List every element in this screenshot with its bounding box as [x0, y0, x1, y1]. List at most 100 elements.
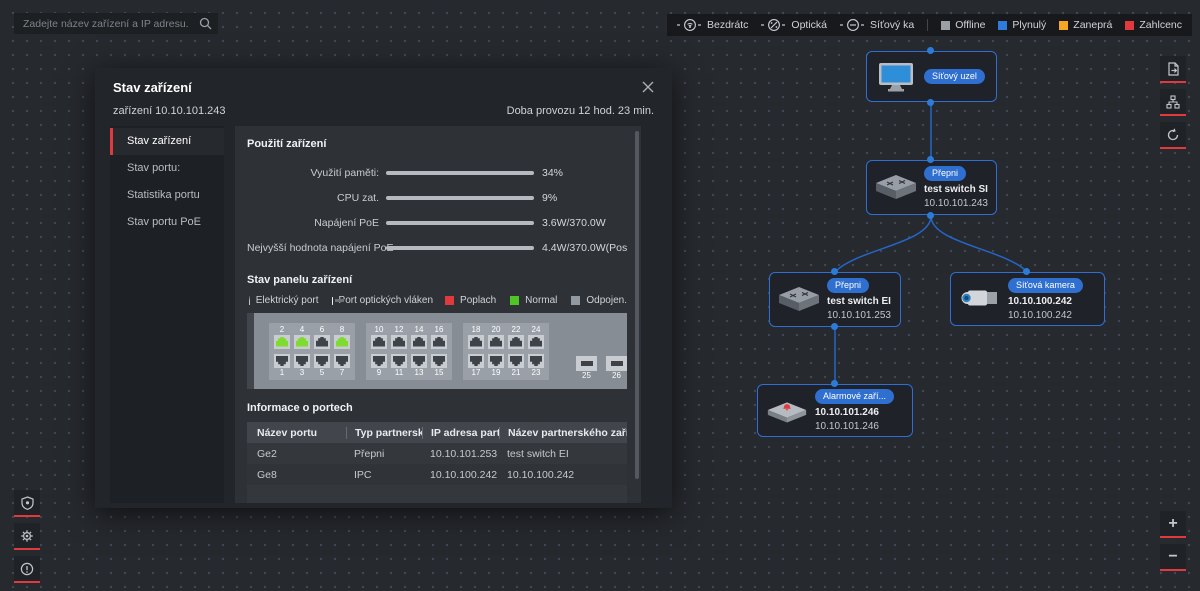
port-6: 6 — [314, 325, 330, 349]
link-dot — [927, 212, 934, 219]
topology-icon — [1166, 94, 1180, 109]
node-alarm-device[interactable]: Alarmové zaří... 10.10.101.246 10.10.101… — [757, 384, 913, 437]
left-toolbar — [14, 490, 40, 583]
port-9: 9 — [371, 353, 387, 378]
node-name: 10.10.100.242 — [1008, 295, 1072, 307]
poe-power-label: Napájení PoE — [314, 216, 379, 229]
legend-status-busy: Zaneprá — [1059, 19, 1112, 31]
port-26: 26 — [606, 356, 627, 381]
close-button[interactable] — [640, 79, 656, 95]
dialog-sidebar: Stav zařízení Stav portu: Statistika por… — [110, 126, 224, 503]
network-link-icon — [840, 18, 867, 32]
panel-section-title: Stav panelu zařízení — [247, 274, 353, 286]
node-network-root[interactable]: Síťový uzel — [866, 51, 997, 102]
sidebar-item-device-status[interactable]: Stav zařízení — [110, 128, 224, 155]
close-icon — [642, 81, 654, 93]
poe-peak-row: Nejvyšší hodnota napájení PoE 4.4W/370.0… — [247, 235, 627, 260]
poe-power-value: 3.6W/370.0W — [542, 216, 606, 229]
port-11: 11 — [391, 353, 407, 378]
node-camera[interactable]: Síťová kamera 10.10.100.242 10.10.100.24… — [950, 272, 1105, 326]
switch-icon — [776, 285, 822, 315]
refresh-button[interactable] — [1160, 122, 1186, 149]
disconnected-status-label: Odpojen. — [586, 295, 627, 306]
switch-icon — [873, 173, 919, 203]
device-search — [14, 13, 218, 34]
fiber-port-icon — [331, 296, 344, 305]
content-scrollbar[interactable] — [635, 131, 639, 479]
port-group: 2468 1357 — [269, 322, 355, 380]
link-dot — [831, 323, 838, 330]
table-row: Ge2 Přepni 10.10.101.253 test switch EI — [247, 443, 627, 464]
dialog-title: Stav zařízení — [113, 79, 192, 95]
port-14: 14 — [411, 325, 427, 349]
memory-usage-label: Využití paměti: — [310, 166, 379, 179]
legend-optical-label: Optická — [791, 19, 828, 31]
usage-section: Využití paměti: 34% CPU zat. 9% Napájení… — [247, 160, 627, 260]
cpu-usage-row: CPU zat. 9% — [247, 185, 627, 210]
port-info-title: Informace o portech — [247, 402, 353, 414]
right-toolbar — [1160, 56, 1186, 149]
gear-icon — [20, 529, 34, 543]
port-17: 17 — [468, 353, 484, 378]
poe-peak-label: Nejvyšší hodnota napájení PoE — [247, 241, 394, 254]
busy-status-swatch — [1059, 20, 1069, 30]
legend-status-fluent: Plynulý — [998, 19, 1046, 31]
port-2: 2 — [274, 325, 290, 349]
fiber-port-label: Port optických vláken — [338, 295, 434, 306]
port-12: 12 — [391, 325, 407, 349]
legend-wireless-label: Bezdrátc — [706, 19, 749, 31]
legend-network-label: Síťový ka — [870, 19, 915, 31]
info-button[interactable] — [14, 556, 40, 583]
topology-view-button[interactable] — [1160, 89, 1186, 116]
port-group: 18 20 22 24 17 19 21 23 — [463, 322, 549, 380]
device-port-panel: 2 4 6 8 1 3 5 7 10 12 14 16 9 11 13 15 18 20 22 24 17 19 21 23 … — [247, 313, 627, 389]
security-button[interactable] — [14, 490, 40, 517]
sfp-ports: 25 26 — [576, 356, 627, 381]
monitor-icon — [873, 61, 919, 93]
node-switch-main[interactable]: Přepni test switch SI 10.10.101.243 — [866, 160, 997, 215]
port-info-table: Název portu Typ partnerskéh... IP adresa… — [247, 422, 627, 503]
info-icon — [20, 562, 34, 576]
fluent-status-label: Plynulý — [1012, 19, 1047, 31]
col-partner-type: Typ partnerskéh... — [346, 426, 422, 439]
legend-status-congested: Zahlcenc — [1125, 19, 1182, 31]
port-20: 20 — [488, 325, 504, 349]
search-input[interactable] — [23, 17, 199, 30]
cpu-usage-label: CPU zat. — [336, 191, 379, 204]
normal-status-label: Normal — [525, 295, 558, 306]
port-19: 19 — [488, 353, 504, 378]
disconnected-status-swatch — [571, 296, 581, 305]
link-dot — [927, 47, 934, 54]
cpu-usage-value: 9% — [542, 191, 558, 204]
sidebar-item-poe-port-status[interactable]: Stav portu PoE — [110, 209, 224, 236]
legend-network-link: Síťový ka — [840, 18, 914, 32]
congested-status-label: Zahlcenc — [1139, 19, 1182, 31]
port-1: 1 — [274, 353, 290, 378]
wireless-link-icon — [676, 18, 703, 32]
col-partner-name: Název partnerského zařízení — [499, 426, 627, 439]
settings-button[interactable] — [14, 523, 40, 550]
zoom-out-button[interactable]: − — [1160, 544, 1186, 571]
search-icon[interactable] — [199, 17, 212, 30]
table-empty-row — [247, 485, 627, 503]
link-dot — [831, 268, 838, 275]
zoom-controls: + − — [1160, 511, 1186, 571]
uptime-label: Doba provozu 12 hod. 23 min. — [506, 105, 654, 117]
port-5: 5 — [314, 353, 330, 378]
congested-status-swatch — [1125, 20, 1135, 30]
device-status-dialog: Stav zařízení zařízení 10.10.101.243 Dob… — [95, 68, 672, 508]
poe-peak-bar — [386, 245, 534, 250]
memory-usage-bar — [386, 170, 534, 175]
link-dot — [927, 156, 934, 163]
port-16: 16 — [431, 325, 447, 349]
node-name: test switch SI — [924, 184, 988, 195]
export-report-button[interactable] — [1160, 56, 1186, 83]
node-switch-child[interactable]: Přepni test switch EI 10.10.101.253 — [769, 272, 901, 327]
zoom-in-button[interactable]: + — [1160, 511, 1186, 538]
node-ip: 10.10.101.253 — [827, 310, 891, 321]
sidebar-item-port-statistics[interactable]: Statistika portu — [110, 182, 224, 209]
sidebar-item-port-status[interactable]: Stav portu: — [110, 155, 224, 182]
col-port-name: Název portu — [257, 426, 318, 439]
port-24: 24 — [528, 325, 544, 349]
port-7: 7 — [334, 353, 350, 378]
